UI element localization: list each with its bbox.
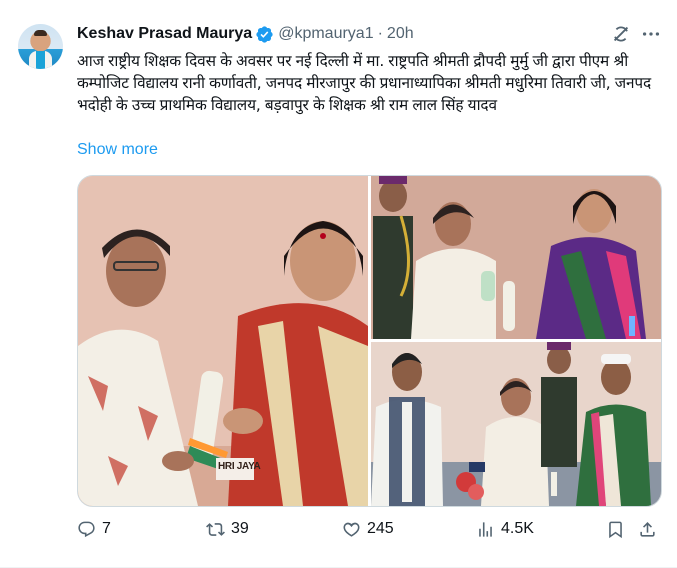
separator-dot: ·: [377, 25, 383, 42]
tweet-header: Keshav Prasad Maurya @kpmaurya1 · 20h: [77, 23, 414, 45]
reply-count: 7: [102, 520, 111, 537]
photo-award-2[interactable]: [371, 176, 661, 339]
views-button[interactable]: 4.5K: [476, 517, 534, 541]
author-name[interactable]: Keshav Prasad Maurya: [77, 25, 252, 43]
like-count: 245: [367, 520, 394, 537]
reply-icon: [78, 521, 95, 537]
grok-icon[interactable]: [610, 23, 632, 45]
photo-award-1[interactable]: HRI JAYA: [78, 176, 368, 506]
share-button[interactable]: [638, 517, 657, 541]
like-icon: [343, 522, 360, 537]
tweet-text: आज राष्ट्रीय शिक्षक दिवस के अवसर पर नई द…: [77, 52, 652, 115]
photo-award-3[interactable]: [371, 342, 661, 506]
views-icon: [479, 521, 492, 537]
verified-badge-icon: [256, 25, 273, 43]
post-time[interactable]: 20h: [387, 25, 414, 43]
bookmark-icon: [609, 521, 622, 538]
avatar[interactable]: [18, 24, 63, 69]
more-icon[interactable]: [640, 23, 662, 45]
media-grid[interactable]: HRI JAYA: [77, 175, 662, 507]
backdrop-sign-text: HRI JAYA: [218, 461, 261, 472]
show-more-link[interactable]: Show more: [77, 141, 158, 159]
bookmark-button[interactable]: [606, 517, 625, 541]
tweet[interactable]: Keshav Prasad Maurya @kpmaurya1 · 20h आज…: [0, 0, 677, 568]
like-button[interactable]: 245: [342, 517, 394, 541]
share-icon: [640, 521, 655, 537]
repost-button[interactable]: 39: [206, 517, 249, 541]
views-count: 4.5K: [501, 520, 534, 537]
repost-icon: [206, 522, 225, 536]
repost-count: 39: [231, 520, 249, 537]
reply-button[interactable]: 7: [77, 517, 111, 541]
author-handle[interactable]: @kpmaurya1: [278, 25, 373, 43]
